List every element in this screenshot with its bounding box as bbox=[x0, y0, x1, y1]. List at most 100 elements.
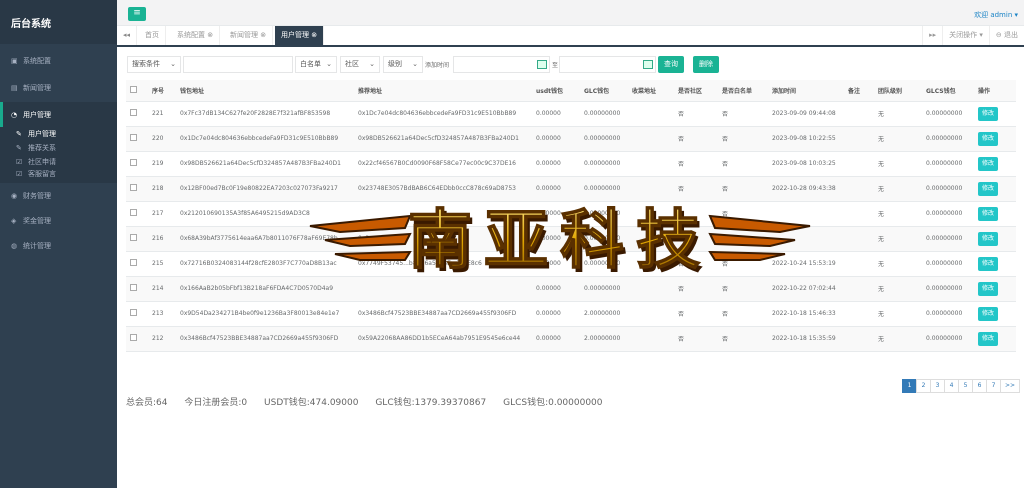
usdt-total: USDT钱包:474.09000 bbox=[264, 398, 359, 408]
table-cell: 213 bbox=[148, 301, 176, 327]
edit-button[interactable]: 修改 bbox=[978, 306, 998, 321]
sidebar-item-finance[interactable]: ◉ 财务管理 bbox=[0, 183, 117, 208]
page-button[interactable]: 7 bbox=[986, 379, 1001, 393]
page-button[interactable]: 2 bbox=[916, 379, 931, 393]
page-button[interactable]: 5 bbox=[958, 379, 973, 393]
page-button[interactable]: 3 bbox=[930, 379, 945, 393]
row-select-cell bbox=[126, 151, 148, 177]
table-cell: 否 bbox=[674, 151, 718, 177]
menu-toggle-button[interactable]: ≡ bbox=[128, 7, 146, 21]
total-members: 总会员:64 bbox=[126, 398, 168, 408]
table-row: 219 0x98DB526621a64Dec5cfD324857A487B3FBa… bbox=[126, 151, 1016, 177]
logout-button[interactable]: ⊖ 退出 bbox=[988, 26, 1024, 45]
sidebar-item-user-management[interactable]: ◔ 用户管理 bbox=[0, 102, 117, 127]
table-cell bbox=[844, 151, 874, 177]
table-cell: 215 bbox=[148, 251, 176, 277]
row-checkbox[interactable] bbox=[130, 184, 137, 191]
row-checkbox[interactable] bbox=[130, 159, 137, 166]
page-button[interactable]: 6 bbox=[972, 379, 987, 393]
column-header: 是否白名单 bbox=[718, 80, 768, 102]
edit-button[interactable]: 修改 bbox=[978, 206, 998, 221]
table-cell: 0.00000000 bbox=[922, 326, 974, 352]
left-wing-icon bbox=[309, 214, 412, 261]
tabs-scroll-right-button[interactable]: ▸▸ bbox=[922, 26, 942, 45]
stats-icon: ◍ bbox=[11, 241, 18, 250]
sidebar-subitem-user-list[interactable]: ✎ 用户管理 bbox=[0, 127, 117, 141]
pagination: 1 2 3 4 5 6 7 >> bbox=[902, 379, 1020, 393]
row-checkbox[interactable] bbox=[130, 234, 137, 241]
table-cell: 216 bbox=[148, 226, 176, 252]
sidebar-subitem-referral[interactable]: ✎ 推荐关系 bbox=[0, 141, 117, 155]
page-button[interactable]: 4 bbox=[944, 379, 959, 393]
row-checkbox[interactable] bbox=[130, 259, 137, 266]
row-checkbox[interactable] bbox=[130, 109, 137, 116]
table-cell: 无 bbox=[874, 126, 922, 152]
edit-button[interactable]: 修改 bbox=[978, 231, 998, 246]
sidebar-item-system-config[interactable]: ▣ 系统配置 bbox=[0, 48, 117, 73]
watermark-text: 南亚科技 bbox=[408, 204, 712, 278]
table-cell: 否 bbox=[674, 326, 718, 352]
sidebar-subitem-service-messages[interactable]: ☑ 客服留言 bbox=[0, 169, 117, 183]
table-cell: 0.00000000 bbox=[922, 126, 974, 152]
page-button[interactable]: 1 bbox=[902, 379, 917, 393]
table-cell bbox=[844, 226, 874, 252]
row-checkbox[interactable] bbox=[130, 309, 137, 316]
table-cell: 否 bbox=[674, 301, 718, 327]
edit-icon: ☑ bbox=[16, 158, 23, 166]
user-menu[interactable]: 欢迎 admin ▾ bbox=[974, 10, 1018, 20]
row-select-cell bbox=[126, 201, 148, 227]
calendar-icon[interactable] bbox=[537, 60, 547, 69]
row-checkbox[interactable] bbox=[130, 209, 137, 216]
sidebar-subitem-community-apply[interactable]: ☑ 社区申请 bbox=[0, 155, 117, 169]
next-page-button[interactable]: >> bbox=[1000, 379, 1020, 393]
table-cell: 否 bbox=[718, 151, 768, 177]
table-cell: 0x3486Bcf47523BBE34887aa7CD2669a455f9306… bbox=[354, 301, 532, 327]
finance-icon: ◉ bbox=[11, 191, 18, 200]
table-cell bbox=[628, 301, 674, 327]
tab-home[interactable]: 首页 bbox=[139, 26, 166, 45]
tab-user-management[interactable]: 用户管理 ⊗ bbox=[275, 26, 325, 45]
date-range-separator: 至 bbox=[552, 62, 559, 69]
level-select[interactable]: 级别 ⌄ bbox=[383, 56, 423, 73]
edit-button[interactable]: 修改 bbox=[978, 331, 998, 346]
tab-system-config[interactable]: 系统配置 ⊗ bbox=[171, 26, 221, 45]
table-cell: 0.00000000 bbox=[580, 126, 628, 152]
table-cell: 2.00000000 bbox=[580, 301, 628, 327]
sidebar-item-statistics[interactable]: ◍ 统计管理 bbox=[0, 233, 117, 258]
row-select-cell bbox=[126, 326, 148, 352]
tab-news[interactable]: 新闻管理 ⊗ bbox=[224, 26, 274, 45]
edit-button[interactable]: 修改 bbox=[978, 281, 998, 296]
sidebar-item-news[interactable]: ▤ 新闻管理 bbox=[0, 75, 117, 100]
delete-button[interactable]: 删除 bbox=[693, 56, 719, 73]
table-cell bbox=[844, 301, 874, 327]
edit-button[interactable]: 修改 bbox=[978, 156, 998, 171]
whitelist-select[interactable]: 白名单 ⌄ bbox=[295, 56, 337, 73]
edit-button[interactable]: 修改 bbox=[978, 106, 998, 121]
glc-total: GLC钱包:1379.39370867 bbox=[375, 398, 487, 408]
query-button[interactable]: 查询 bbox=[658, 56, 684, 73]
start-date-input[interactable] bbox=[453, 56, 550, 73]
column-header: 操作 bbox=[974, 80, 1016, 102]
close-ops-dropdown[interactable]: 关闭操作 ▾ bbox=[942, 26, 989, 45]
table-cell: 217 bbox=[148, 201, 176, 227]
edit-button[interactable]: 修改 bbox=[978, 256, 998, 271]
community-select[interactable]: 社区 ⌄ bbox=[340, 56, 380, 73]
table-cell: 无 bbox=[874, 151, 922, 177]
select-all-checkbox[interactable] bbox=[130, 85, 137, 93]
sidebar: 后台系统 ▣ 系统配置 ▤ 新闻管理 ◔ 用户管理 ✎ 用户管理 ✎ 推荐关系 ☑ 社区申请… bbox=[0, 0, 117, 488]
row-checkbox[interactable] bbox=[130, 334, 137, 341]
table-header-row: 序号 钱包地址 推荐地址 usdt钱包 GLC钱包 收菜地址 是否社区 是否白名… bbox=[126, 80, 1016, 102]
row-actions-cell: 修改 bbox=[974, 201, 1016, 227]
search-keyword-input[interactable] bbox=[183, 56, 293, 73]
row-checkbox[interactable] bbox=[130, 134, 137, 141]
row-checkbox[interactable] bbox=[130, 284, 137, 291]
summary-stats: 总会员:64 今日注册会员:0 USDT钱包:474.09000 GLC钱包:1… bbox=[126, 395, 617, 408]
column-header: 钱包地址 bbox=[176, 80, 354, 102]
sidebar-item-bonus[interactable]: ◈ 奖金管理 bbox=[0, 208, 117, 233]
search-condition-select[interactable]: 搜索条件 ⌄ bbox=[127, 56, 181, 73]
tabs-scroll-left-button[interactable]: ◂◂ bbox=[117, 26, 137, 45]
calendar-icon[interactable] bbox=[643, 60, 653, 69]
end-date-input[interactable] bbox=[559, 56, 656, 73]
edit-button[interactable]: 修改 bbox=[978, 181, 998, 196]
edit-button[interactable]: 修改 bbox=[978, 131, 998, 146]
